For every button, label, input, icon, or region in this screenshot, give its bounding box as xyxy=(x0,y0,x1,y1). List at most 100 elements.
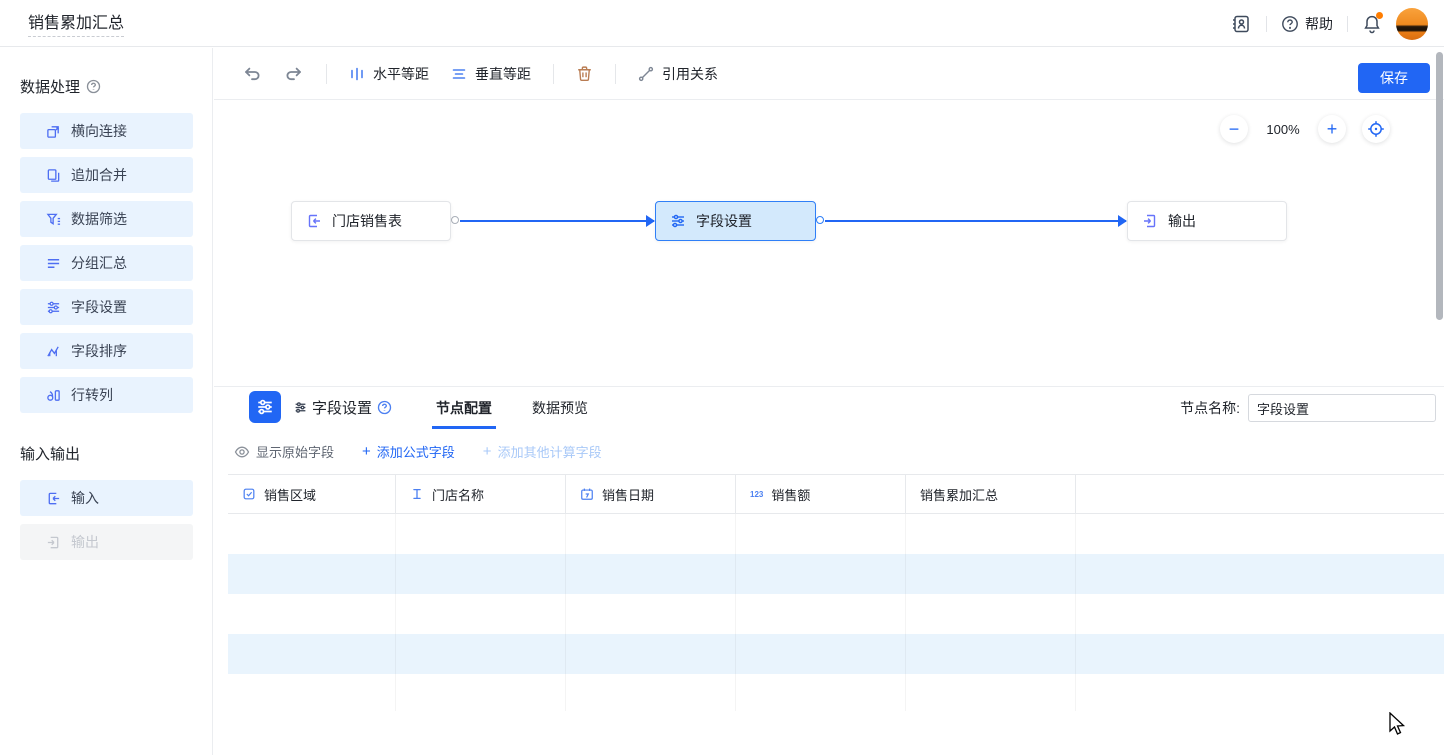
column-label: 门店名称 xyxy=(432,485,484,504)
table-cell xyxy=(228,554,396,594)
sidebar-item-field-settings[interactable]: 字段设置 xyxy=(20,289,193,325)
number-field-icon: 123 xyxy=(750,490,763,499)
help-button[interactable]: 帮助 xyxy=(1281,14,1333,34)
table-cell xyxy=(228,594,396,634)
date-field-icon xyxy=(580,487,594,501)
table-cell xyxy=(228,634,396,674)
tab-data-preview[interactable]: 数据预览 xyxy=(532,387,588,429)
main-area: 水平等距 垂直等距 引用关系 xyxy=(214,48,1444,755)
tab-node-config[interactable]: 节点配置 xyxy=(436,387,492,429)
pivot-icon xyxy=(46,388,61,403)
show-original-fields-label: 显示原始字段 xyxy=(256,442,334,461)
output-port[interactable] xyxy=(451,216,459,224)
reference-relation-button[interactable]: 引用关系 xyxy=(638,64,718,84)
sidebar-item-group-summary[interactable]: 分组汇总 xyxy=(20,245,193,281)
input-icon xyxy=(46,491,61,506)
table-cell xyxy=(736,674,906,711)
node-field-settings[interactable]: 字段设置 xyxy=(655,201,816,241)
group-icon xyxy=(46,256,61,271)
sidebar-item-label: 输出 xyxy=(71,532,99,552)
sidebar-item-label: 数据筛选 xyxy=(71,209,127,229)
filter-icon xyxy=(46,212,61,227)
help-label: 帮助 xyxy=(1305,14,1333,34)
horizontal-spacing-button[interactable]: 水平等距 xyxy=(349,64,429,84)
table-cell xyxy=(906,594,1076,634)
column-header-sales-region[interactable]: 销售区域 xyxy=(228,475,396,513)
flow-canvas[interactable]: − 100% + xyxy=(214,101,1444,386)
vertical-spacing-label: 垂直等距 xyxy=(475,64,531,84)
add-formula-field-button[interactable]: + 添加公式字段 xyxy=(362,442,455,461)
sidebar-item-input[interactable]: 输入 xyxy=(20,480,193,516)
column-header-sales-cumulative[interactable]: 销售累加汇总 xyxy=(906,475,1076,513)
node-output[interactable]: 输出 xyxy=(1127,201,1287,241)
table-row xyxy=(228,514,1444,554)
table-row xyxy=(228,674,1444,711)
column-header-sales-amount[interactable]: 123 销售额 xyxy=(736,475,906,513)
table-cell xyxy=(736,554,906,594)
table-cell xyxy=(906,514,1076,554)
node-label: 字段设置 xyxy=(696,211,752,231)
contact-book-icon[interactable] xyxy=(1230,13,1252,35)
table-cell xyxy=(1076,514,1444,554)
sidebar-item-join[interactable]: 横向连接 xyxy=(20,113,193,149)
sidebar-item-filter[interactable]: 数据筛选 xyxy=(20,201,193,237)
column-header-sales-date[interactable]: 销售日期 xyxy=(566,475,736,513)
sidebar-section-data-processing: 数据处理 xyxy=(20,76,80,97)
zoom-out-button[interactable]: − xyxy=(1220,115,1248,143)
table-cell xyxy=(1076,594,1444,634)
plus-icon: + xyxy=(362,443,371,460)
table-cell xyxy=(1076,554,1444,594)
add-formula-field-label: 添加公式字段 xyxy=(377,442,455,461)
panel-header: 字段设置 节点配置 数据预览 节点名称: xyxy=(214,387,1444,429)
divider xyxy=(553,64,554,84)
table-cell xyxy=(736,514,906,554)
scrollbar-thumb[interactable] xyxy=(1436,52,1443,320)
sidebar-item-field-sort[interactable]: 字段排序 xyxy=(20,333,193,369)
table-cell xyxy=(906,634,1076,674)
column-label: 销售日期 xyxy=(602,485,654,504)
horizontal-spacing-label: 水平等距 xyxy=(373,64,429,84)
save-button[interactable]: 保存 xyxy=(1358,63,1430,93)
table-cell xyxy=(906,674,1076,711)
vertical-scrollbar xyxy=(1436,8,1443,755)
field-settings-icon xyxy=(249,391,281,423)
node-label: 输出 xyxy=(1168,211,1196,231)
help-icon xyxy=(1281,15,1299,33)
page-title[interactable]: 销售累加汇总 xyxy=(28,9,124,37)
node-store-sales-table[interactable]: 门店销售表 xyxy=(291,201,451,241)
zoom-in-button[interactable]: + xyxy=(1318,115,1346,143)
avatar[interactable] xyxy=(1396,8,1428,40)
notification-bell-icon[interactable] xyxy=(1362,14,1382,34)
column-header-store-name[interactable]: 门店名称 xyxy=(396,475,566,513)
sliders-icon xyxy=(46,300,61,315)
node-name-input[interactable] xyxy=(1248,394,1436,422)
sidebar-item-append[interactable]: 追加合并 xyxy=(20,157,193,193)
panel-actions: 显示原始字段 + 添加公式字段 + 添加其他计算字段 xyxy=(214,429,1444,474)
append-icon xyxy=(46,168,61,183)
zoom-level: 100% xyxy=(1264,122,1302,137)
table-cell xyxy=(566,514,736,554)
column-label: 销售区域 xyxy=(264,485,316,504)
table-cell xyxy=(736,594,906,634)
join-icon xyxy=(46,124,61,139)
column-header-filler xyxy=(1076,475,1444,513)
vertical-spacing-button[interactable]: 垂直等距 xyxy=(451,64,531,84)
output-port[interactable] xyxy=(816,216,824,224)
table-cell xyxy=(396,634,566,674)
undo-icon[interactable] xyxy=(242,64,262,84)
table-cell xyxy=(1076,674,1444,711)
delete-icon[interactable] xyxy=(576,65,593,82)
locate-center-icon[interactable] xyxy=(1362,115,1390,143)
help-icon[interactable] xyxy=(377,400,392,415)
redo-icon[interactable] xyxy=(284,64,304,84)
add-other-calc-field-button: + 添加其他计算字段 xyxy=(483,442,602,461)
table-cell xyxy=(396,514,566,554)
fields-table: 销售区域 门店名称 xyxy=(228,474,1444,755)
table-cell xyxy=(906,554,1076,594)
divider xyxy=(326,64,327,84)
show-original-fields-button[interactable]: 显示原始字段 xyxy=(234,442,334,461)
column-label: 销售累加汇总 xyxy=(920,485,998,504)
sidebar-item-pivot[interactable]: 行转列 xyxy=(20,377,193,413)
output-icon xyxy=(46,535,61,550)
help-icon[interactable] xyxy=(86,79,101,94)
